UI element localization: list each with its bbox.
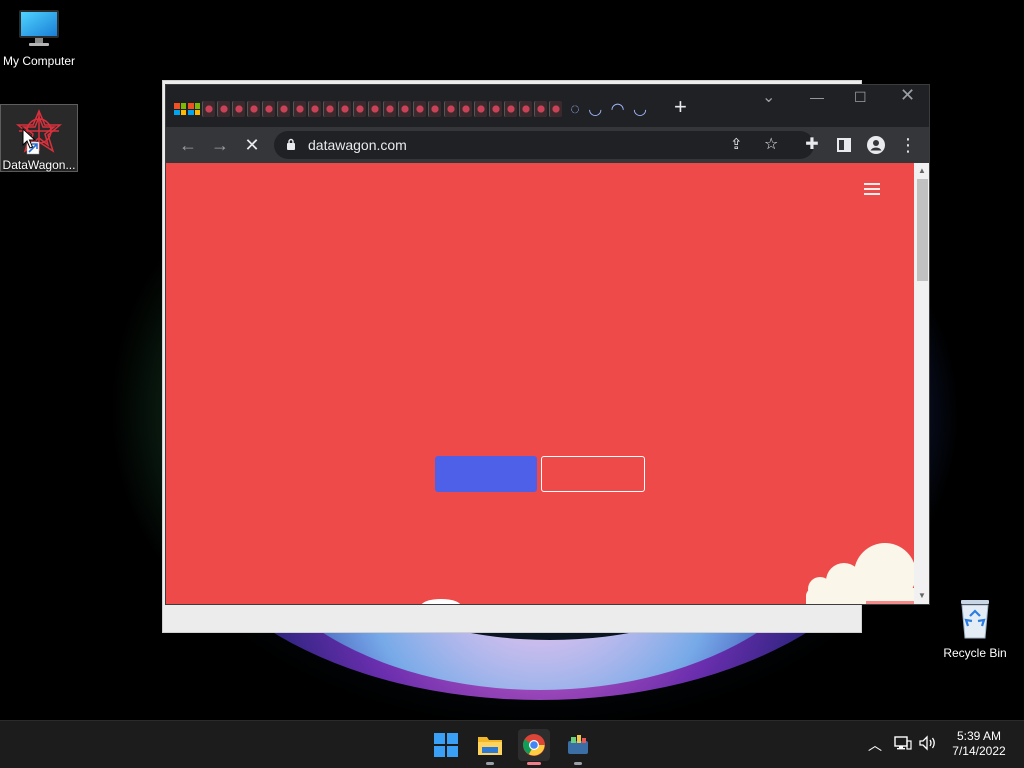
datawagon-tab[interactable]	[413, 101, 427, 117]
datawagon-taskbar-button[interactable]	[562, 729, 594, 765]
datawagon-tab[interactable]	[292, 101, 306, 117]
active-indicator	[527, 762, 541, 765]
monitor-icon	[19, 10, 59, 46]
browser-titlebar[interactable]: ◌ ◡ ◠ ◡ + ⌄ — ☐ ✕	[166, 85, 929, 127]
back-button[interactable]: ←	[176, 133, 200, 157]
chevron-up-icon[interactable]: ︿	[868, 735, 882, 755]
share-icon[interactable]: ⇪	[730, 135, 743, 153]
start-button[interactable]	[430, 729, 462, 761]
browser-window[interactable]: ◌ ◡ ◠ ◡ + ⌄ — ☐ ✕ ← → ✕ datawagon.com ⇪ …	[165, 84, 930, 605]
desktop-icon-label: DataWagon...	[2, 158, 76, 172]
address-bar-url[interactable]: datawagon.com	[308, 137, 407, 153]
network-icon[interactable]	[894, 735, 912, 751]
mouse-cursor-icon	[22, 128, 36, 149]
extensions-puzzle-icon[interactable]: ✚	[800, 133, 824, 157]
datawagon-tab[interactable]	[202, 101, 215, 117]
datawagon-tab[interactable]	[368, 101, 382, 117]
loading-spinner-icon: ◌ ◡ ◠ ◡	[570, 101, 649, 118]
profile-avatar-icon[interactable]	[864, 133, 888, 160]
secondary-cta-button[interactable]	[541, 456, 645, 492]
datawagon-tab[interactable]	[549, 101, 563, 117]
lock-icon[interactable]	[286, 138, 296, 150]
tab-strip[interactable]: ◌ ◡ ◠ ◡	[174, 97, 649, 121]
hamburger-menu-icon[interactable]	[864, 183, 880, 195]
chrome-taskbar-button[interactable]	[518, 729, 550, 765]
datawagon-tab[interactable]	[217, 101, 231, 117]
maximize-button[interactable]: ☐	[854, 89, 867, 106]
datawagon-tab[interactable]	[277, 101, 291, 117]
datawagon-tab[interactable]	[428, 101, 442, 117]
minimize-button[interactable]: —	[810, 89, 824, 105]
datawagon-tab[interactable]	[534, 101, 548, 117]
datawagon-icon	[568, 735, 588, 754]
tab-search-chevron-icon[interactable]: ⌄	[762, 87, 775, 107]
new-tab-button[interactable]: +	[674, 95, 687, 119]
page-scrollbar[interactable]: ▲ ▼	[914, 163, 929, 604]
datawagon-tab[interactable]	[307, 101, 321, 117]
volume-icon[interactable]	[918, 735, 938, 751]
bookmark-star-icon[interactable]: ☆	[764, 134, 778, 154]
file-explorer-button[interactable]	[474, 729, 506, 765]
datawagon-tab[interactable]	[488, 101, 502, 117]
file-explorer-icon	[478, 737, 502, 755]
scroll-up-arrow-icon[interactable]: ▲	[918, 166, 926, 175]
close-button[interactable]: ✕	[900, 85, 915, 106]
desktop-icon-label: My Computer	[2, 54, 76, 68]
forward-button[interactable]: →	[208, 133, 232, 157]
datawagon-tab[interactable]	[443, 101, 457, 117]
desktop-icon-recycle-bin[interactable]: Recycle Bin	[936, 596, 1014, 660]
datawagon-tab[interactable]	[262, 101, 276, 117]
more-menu-icon[interactable]: ⋮	[896, 133, 920, 157]
datawagon-tab[interactable]	[383, 101, 397, 117]
scroll-down-arrow-icon[interactable]: ▼	[918, 591, 926, 600]
datawagon-tab[interactable]	[458, 101, 472, 117]
datawagon-tab[interactable]	[518, 101, 532, 117]
running-indicator	[486, 762, 494, 765]
stop-loading-button[interactable]: ✕	[240, 133, 264, 157]
chrome-icon	[523, 734, 545, 756]
side-panel-icon[interactable]	[832, 133, 856, 158]
clock-time: 5:39 AM	[956, 729, 1002, 743]
datawagon-tab[interactable]	[337, 101, 351, 117]
address-bar[interactable]: datawagon.com ⇪ ☆	[274, 131, 814, 159]
datawagon-tab[interactable]	[473, 101, 487, 117]
cloud-shadow	[866, 601, 914, 604]
primary-cta-button[interactable]	[435, 456, 537, 492]
desktop-icon-label: Recycle Bin	[943, 646, 1007, 660]
desktop-icon-my-computer[interactable]: My Computer	[0, 8, 78, 68]
datawagon-tab[interactable]	[322, 101, 336, 117]
datawagon-tab[interactable]	[398, 101, 412, 117]
recycle-bin-icon	[961, 600, 989, 639]
browser-toolbar: ← → ✕ datawagon.com ⇪ ☆ ✚ ⋮	[166, 127, 929, 163]
desktop-icon-datawagon[interactable]: DataWagon...	[0, 104, 78, 172]
datawagon-tab[interactable]	[232, 101, 246, 117]
microsoft-tab-icon[interactable]	[188, 103, 200, 115]
page-decoration	[421, 599, 461, 604]
clock-date: 7/14/2022	[952, 744, 1006, 758]
datawagon-tab[interactable]	[247, 101, 261, 117]
scrollbar-thumb[interactable]	[917, 179, 928, 281]
microsoft-tab-icon[interactable]	[174, 103, 186, 115]
datawagon-tab[interactable]	[352, 101, 366, 117]
system-clock[interactable]: 5:39 AM 7/14/2022	[944, 729, 1014, 759]
web-page-content	[166, 163, 914, 604]
windows-start-icon	[434, 733, 458, 757]
datawagon-tab[interactable]	[503, 101, 517, 117]
taskbar: ︿ 5:39 AM 7/14/2022	[0, 720, 1024, 768]
running-indicator	[574, 762, 582, 765]
